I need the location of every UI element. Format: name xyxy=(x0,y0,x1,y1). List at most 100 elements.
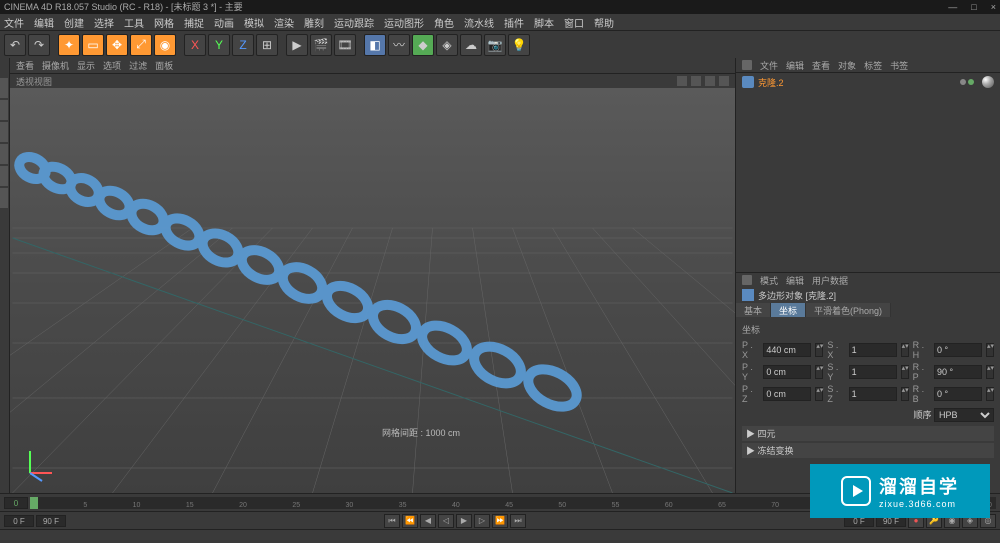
object-name[interactable]: 克隆.2 xyxy=(758,76,784,89)
add-deformer-button[interactable]: ◈ xyxy=(436,34,458,56)
mode-edge-button[interactable] xyxy=(0,144,8,164)
rp-input[interactable] xyxy=(934,365,982,379)
subtab-coord[interactable]: 坐标 xyxy=(771,303,806,317)
playhead[interactable] xyxy=(30,497,38,509)
viewport-3d[interactable]: 网格间距 : 1000 cm xyxy=(10,88,735,493)
axis-x-button[interactable]: X xyxy=(184,34,206,56)
add-primitive-button[interactable]: ◧ xyxy=(364,34,386,56)
axis-z-button[interactable]: Z xyxy=(232,34,254,56)
rh-spin[interactable]: ▴▾ xyxy=(986,343,994,357)
add-camera-button[interactable]: 📷 xyxy=(484,34,506,56)
render-view-button[interactable]: ▶ xyxy=(286,34,308,56)
vp-zoom-icon[interactable] xyxy=(705,76,715,86)
menu-mograph[interactable]: 运动图形 xyxy=(384,15,424,30)
move-button[interactable]: ✥ xyxy=(106,34,128,56)
play-button[interactable]: ▶ xyxy=(456,514,472,528)
objtab-edit[interactable]: 编辑 xyxy=(786,59,804,72)
add-environment-button[interactable]: ☁ xyxy=(460,34,482,56)
mode-poly-button[interactable] xyxy=(0,166,8,186)
sx-input[interactable] xyxy=(849,343,897,357)
axis-y-button[interactable]: Y xyxy=(208,34,230,56)
add-light-button[interactable]: 💡 xyxy=(508,34,530,56)
vp-view[interactable]: 查看 xyxy=(16,59,34,72)
pz-input[interactable] xyxy=(763,387,811,401)
menu-script[interactable]: 脚本 xyxy=(534,15,554,30)
menu-window[interactable]: 窗口 xyxy=(564,15,584,30)
goto-end-button[interactable]: ⏭ xyxy=(510,514,526,528)
menu-select[interactable]: 选择 xyxy=(94,15,114,30)
menu-help[interactable]: 帮助 xyxy=(594,15,614,30)
menu-pipeline[interactable]: 流水线 xyxy=(464,15,494,30)
attr-userdata[interactable]: 用户数据 xyxy=(812,274,848,287)
sy-spin[interactable]: ▴▾ xyxy=(901,365,909,379)
mode-point-button[interactable] xyxy=(0,122,8,142)
subtab-basic[interactable]: 基本 xyxy=(736,303,771,317)
coord-sys-button[interactable]: ⊞ xyxy=(256,34,278,56)
rp-spin[interactable]: ▴▾ xyxy=(986,365,994,379)
vp-filter[interactable]: 过滤 xyxy=(129,59,147,72)
next-frame-button[interactable]: ▷ xyxy=(474,514,490,528)
rotate-button[interactable]: ◉ xyxy=(154,34,176,56)
menu-sculpt[interactable]: 雕刻 xyxy=(304,15,324,30)
menu-animate[interactable]: 动画 xyxy=(214,15,234,30)
vp-options[interactable]: 选项 xyxy=(103,59,121,72)
render-pv-button[interactable]: 🎬 xyxy=(310,34,332,56)
sy-input[interactable] xyxy=(849,365,897,379)
vp-display[interactable]: 显示 xyxy=(77,59,95,72)
objtab-tag[interactable]: 标签 xyxy=(864,59,882,72)
timeline-start[interactable]: 0 xyxy=(4,497,28,509)
mode-object-button[interactable] xyxy=(0,100,8,120)
rb-spin[interactable]: ▴▾ xyxy=(986,387,994,401)
step-back-button[interactable]: ⏪ xyxy=(402,514,418,528)
object-manager[interactable]: 克隆.2 xyxy=(736,72,1000,273)
vp-pan-icon[interactable] xyxy=(691,76,701,86)
order-select[interactable]: HPB xyxy=(934,408,994,422)
vp-camera[interactable]: 摄像机 xyxy=(42,59,69,72)
phong-tag-icon[interactable] xyxy=(982,76,994,88)
frame-in-input[interactable]: 0 F xyxy=(4,515,34,527)
vis-render-dot[interactable] xyxy=(968,79,974,85)
rb-input[interactable] xyxy=(934,387,982,401)
menu-plugins[interactable]: 插件 xyxy=(504,15,524,30)
py-spin[interactable]: ▴▾ xyxy=(815,365,823,379)
menu-tools[interactable]: 工具 xyxy=(124,15,144,30)
vis-editor-dot[interactable] xyxy=(960,79,966,85)
py-input[interactable] xyxy=(763,365,811,379)
sx-spin[interactable]: ▴▾ xyxy=(901,343,909,357)
freeze-section[interactable]: ▶ 冻结变换 xyxy=(742,443,994,458)
goto-start-button[interactable]: ⏮ xyxy=(384,514,400,528)
window-min[interactable]: — xyxy=(948,0,957,14)
window-max[interactable]: □ xyxy=(971,0,976,14)
menu-edit[interactable]: 编辑 xyxy=(34,15,54,30)
menu-create[interactable]: 创建 xyxy=(64,15,84,30)
mode-model-button[interactable] xyxy=(0,78,8,98)
vp-nav-icon[interactable] xyxy=(677,76,687,86)
render-settings-button[interactable]: 🎞 xyxy=(334,34,356,56)
select-rect-button[interactable]: ▭ xyxy=(82,34,104,56)
step-fwd-button[interactable]: ⏩ xyxy=(492,514,508,528)
menu-motiontrack[interactable]: 运动跟踪 xyxy=(334,15,374,30)
quaternion-section[interactable]: ▶ 四元 xyxy=(742,426,994,441)
objtab-bookmark[interactable]: 书签 xyxy=(890,59,908,72)
subtab-phong[interactable]: 平滑着色(Phong) xyxy=(806,303,891,317)
select-live-button[interactable]: ✦ xyxy=(58,34,80,56)
objtab-file[interactable]: 文件 xyxy=(760,59,778,72)
attr-mode[interactable]: 模式 xyxy=(760,274,778,287)
play-back-button[interactable]: ◁ xyxy=(438,514,454,528)
menu-snap[interactable]: 捕捉 xyxy=(184,15,204,30)
menu-render[interactable]: 渲染 xyxy=(274,15,294,30)
menu-character[interactable]: 角色 xyxy=(434,15,454,30)
objtab-obj[interactable]: 对象 xyxy=(838,59,856,72)
px-spin[interactable]: ▴▾ xyxy=(815,343,823,357)
attr-edit[interactable]: 编辑 xyxy=(786,274,804,287)
menu-simulate[interactable]: 模拟 xyxy=(244,15,264,30)
frame-out-input[interactable]: 90 F xyxy=(36,515,66,527)
prev-frame-button[interactable]: ◀ xyxy=(420,514,436,528)
add-spline-button[interactable]: 〰 xyxy=(388,34,410,56)
redo-button[interactable]: ↷ xyxy=(28,34,50,56)
undo-button[interactable]: ↶ xyxy=(4,34,26,56)
sz-input[interactable] xyxy=(849,387,897,401)
px-input[interactable] xyxy=(763,343,811,357)
vp-layout-icon[interactable] xyxy=(719,76,729,86)
scale-button[interactable]: ⤢ xyxy=(130,34,152,56)
